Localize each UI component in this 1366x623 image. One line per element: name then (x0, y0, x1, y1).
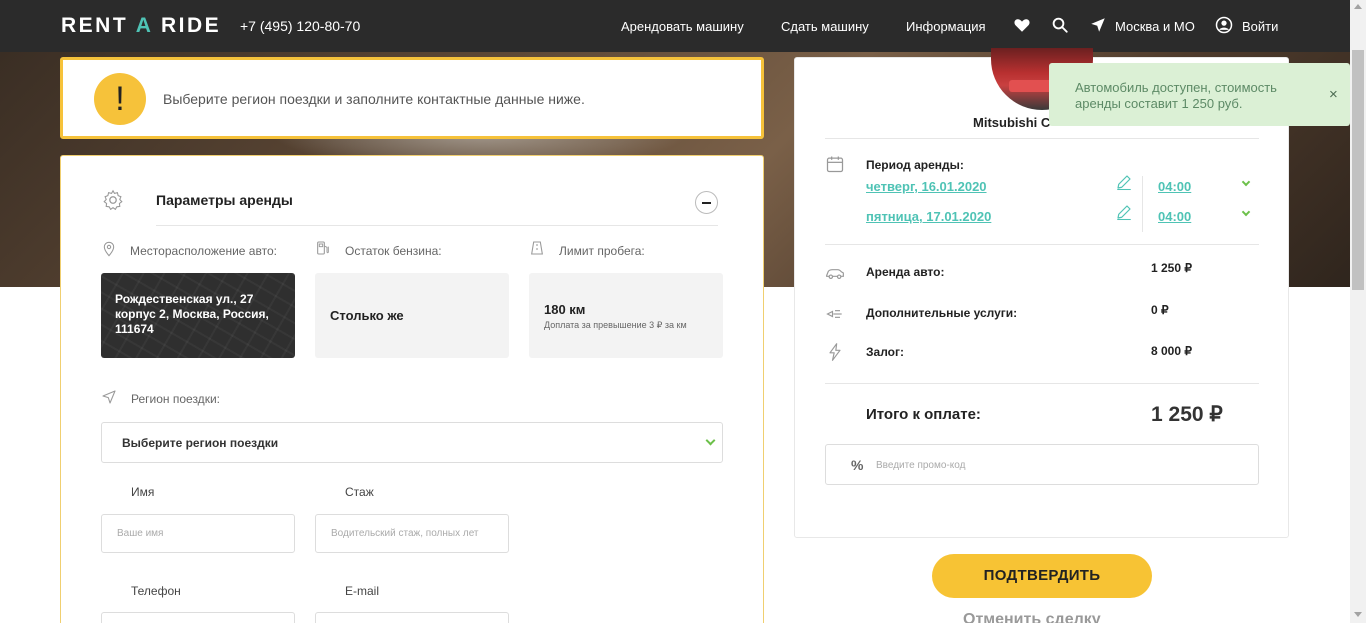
experience-label: Стаж (345, 485, 374, 499)
chevron-down-icon (705, 435, 716, 446)
phone-input[interactable] (101, 612, 295, 623)
mileage-value: 180 км (544, 302, 586, 317)
confirm-button[interactable]: ПОДТВЕРДИТЬ (932, 554, 1152, 598)
end-date-link[interactable]: пятница, 17.01.2020 (866, 209, 991, 224)
rent-value: 1 250 ₽ (1151, 261, 1192, 275)
email-label: E-mail (345, 584, 380, 598)
car-name: Mitsubishi C (973, 115, 1051, 130)
percent-icon: % (851, 457, 864, 473)
alert-message: Выберите регион поездки и заполните конт… (163, 91, 585, 107)
name-input[interactable] (101, 514, 295, 553)
region-select-value: Выберите регион поездки (122, 436, 279, 450)
mileage-card: 180 км Доплата за превышение 3 ₽ за км (529, 273, 723, 358)
user-icon[interactable] (1215, 16, 1233, 34)
top-nav-bar: RENT A RIDE +7 (495) 120-80-70 Арендоват… (0, 0, 1350, 52)
params-title: Параметры аренды (156, 192, 293, 208)
scroll-thumb[interactable] (1352, 50, 1364, 290)
start-date-link[interactable]: четверг, 16.01.2020 (866, 179, 987, 194)
availability-toast: Автомобиль доступен, стоимость аренды со… (1049, 63, 1350, 126)
deposit-value: 8 000 ₽ (1151, 344, 1192, 358)
end-time-select[interactable]: 04:00 (1158, 209, 1191, 224)
total-label: Итого к оплате: (866, 406, 981, 423)
divider (156, 225, 718, 226)
logo-text-left: RENT (61, 14, 136, 37)
toast-message: Автомобиль доступен, стоимость аренды со… (1075, 80, 1277, 111)
extras-label: Дополнительные услуги: (866, 306, 1018, 320)
search-icon[interactable] (1051, 16, 1069, 34)
collapse-button[interactable] (695, 191, 718, 214)
nav-rent-car[interactable]: Арендовать машину (621, 19, 744, 34)
promo-field[interactable]: % (825, 444, 1259, 485)
edit-start-date-icon[interactable] (1115, 173, 1133, 191)
divider (825, 244, 1259, 245)
location-arrow-icon[interactable] (1089, 16, 1107, 34)
pin-icon (103, 241, 115, 257)
nav-info[interactable]: Информация (906, 19, 986, 34)
fuel-card: Столько же (315, 273, 509, 358)
location-map-card[interactable]: Рождественская ул., 27 корпус 2, Москва,… (101, 273, 295, 358)
extras-value: 0 ₽ (1151, 303, 1169, 317)
close-icon[interactable]: × (1329, 87, 1338, 102)
nav-list-car[interactable]: Сдать машину (781, 19, 869, 34)
deposit-label: Залог: (866, 345, 904, 359)
mileage-icon (531, 241, 543, 255)
region-select[interactable]: Выберите регион поездки (101, 422, 723, 463)
gear-icon (103, 189, 123, 211)
edit-end-date-icon[interactable] (1115, 203, 1133, 221)
scroll-down-arrow-icon[interactable] (1354, 612, 1362, 617)
divider (825, 383, 1259, 384)
lightning-icon (829, 343, 841, 361)
logo-text-right: RIDE (152, 14, 222, 37)
rental-params-card: Параметры аренды Месторасположение авто:… (60, 155, 764, 623)
cancel-deal-link[interactable]: Отменить сделку (963, 611, 1101, 623)
total-value: 1 250 ₽ (1151, 403, 1223, 426)
region-label: Регион поездки: (131, 392, 220, 406)
scroll-up-arrow-icon[interactable] (1354, 4, 1362, 9)
mileage-note: Доплата за превышение 3 ₽ за км (544, 320, 687, 330)
chevron-down-icon[interactable] (1241, 177, 1251, 187)
divider (1142, 176, 1143, 232)
fuel-value: Столько же (330, 308, 404, 323)
heart-icon[interactable] (1013, 16, 1031, 34)
page-scrollbar[interactable] (1350, 0, 1366, 623)
divider (825, 138, 1259, 139)
name-label: Имя (131, 485, 155, 499)
fuel-icon (317, 241, 329, 255)
fuel-label: Остаток бензина: (345, 244, 442, 258)
login-link[interactable]: Войти (1242, 19, 1278, 34)
phone-label: Телефон (131, 584, 181, 598)
region-selector[interactable]: Москва и МО (1115, 19, 1195, 34)
rent-label: Аренда авто: (866, 265, 945, 279)
rental-period-label: Период аренды: (866, 158, 964, 172)
calendar-icon (826, 156, 844, 173)
location-address: Рождественская ул., 27 корпус 2, Москва,… (115, 292, 269, 336)
logo-text-accent: A (135, 14, 153, 37)
car-icon (826, 269, 844, 279)
phone-number[interactable]: +7 (495) 120-80-70 (240, 18, 360, 34)
experience-input[interactable] (315, 514, 509, 553)
location-label: Месторасположение авто: (130, 244, 277, 258)
info-alert: ! Выберите регион поездки и заполните ко… (60, 57, 764, 139)
brand-logo[interactable]: RENT A RIDE (61, 14, 221, 38)
promo-code-input[interactable] (876, 456, 1236, 474)
exclamation-icon: ! (94, 73, 146, 125)
mileage-label: Лимит пробега: (559, 244, 645, 258)
start-time-select[interactable]: 04:00 (1158, 179, 1191, 194)
chevron-down-icon[interactable] (1241, 207, 1251, 217)
navigation-arrow-icon (102, 390, 116, 404)
extras-icon (826, 310, 842, 318)
email-input[interactable] (315, 612, 509, 623)
order-summary-card: Mitsubishi C Период аренды: четверг, 16.… (794, 48, 1289, 538)
